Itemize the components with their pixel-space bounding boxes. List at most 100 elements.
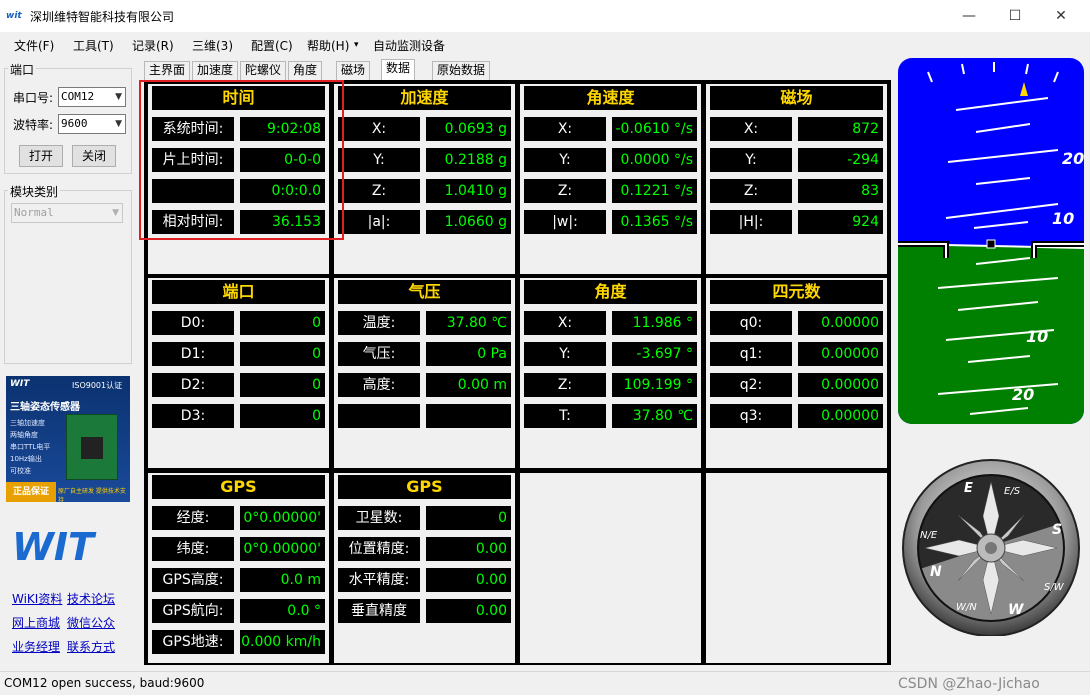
link-sales[interactable]: 业务经理 <box>12 638 60 655</box>
field-value: 1.0660 g <box>426 210 511 234</box>
panel-title: 角速度 <box>524 86 697 110</box>
field-value: 37.80 ℃ <box>612 404 697 428</box>
field-value: 0.00 <box>426 568 511 592</box>
field-value: 924 <box>798 210 883 234</box>
panel-title: 角度 <box>524 280 697 304</box>
ground-area <box>898 244 1084 424</box>
empty-panel <box>706 473 887 663</box>
ad-banner[interactable]: WIT ISO9001认证 三轴姿态传感器 三轴加速度 两轴角度 串口TTL电平… <box>6 376 130 502</box>
field-label: GPS地速: <box>152 630 234 654</box>
field-label: D0: <box>152 311 234 335</box>
field-value: 0.00000 <box>798 342 883 366</box>
link-forum[interactable]: 技术论坛 <box>67 590 115 607</box>
menu-auto-detect[interactable]: 自动监测设备 <box>373 37 445 54</box>
field-value: 0.00 <box>426 599 511 623</box>
compass-cardinal-s: S <box>1052 522 1062 538</box>
minimize-button[interactable]: — <box>946 0 992 32</box>
field-label: Y: <box>524 342 606 366</box>
field-label: Y: <box>710 148 792 172</box>
field-label: X: <box>338 117 420 141</box>
menu-3d[interactable]: 三维(3) <box>192 37 233 54</box>
field-value: 0 <box>240 373 325 397</box>
app-icon: wit <box>6 11 22 21</box>
field-label: X: <box>710 117 792 141</box>
field-label: D2: <box>152 373 234 397</box>
port-select[interactable]: COM12 ▼ <box>58 87 126 107</box>
ad-feature: 10Hz输出 <box>10 455 42 463</box>
ad-feature: 两轴角度 <box>10 431 38 439</box>
chevron-down-icon: ▼ <box>115 119 122 129</box>
field-label: GPS航向: <box>152 599 234 623</box>
field-value: -294 <box>798 148 883 172</box>
field-label: |H|: <box>710 210 792 234</box>
field-label: 水平精度: <box>338 568 420 592</box>
field-label: 高度: <box>338 373 420 397</box>
status-text: COM12 open success, baud:9600 <box>4 676 205 690</box>
panel-gps2: GPS 卫星数: 0 位置精度: 0.00 水平精度: 0.00 垂直精度 0.00 <box>334 473 515 663</box>
tab-main[interactable]: 主界面 <box>144 61 191 80</box>
panel-gps1: GPS 经度: 0°0.00000' 纬度: 0°0.00000' GPS高度: 0.0 m… <box>148 473 329 663</box>
field-value: 0.0000 °/s <box>612 148 697 172</box>
pitch-label: 20 <box>1062 149 1084 168</box>
tab-gyroscope[interactable]: 陀螺仪 <box>240 61 287 80</box>
field-value: 0.2188 g <box>426 148 511 172</box>
field-value: 0.000 km/h <box>240 630 325 654</box>
pitch-label: 20 <box>1012 385 1034 404</box>
field-label: |a|: <box>338 210 420 234</box>
menu-help-dropdown-icon[interactable]: ▾ <box>354 40 359 50</box>
panel-accel: 加速度 X: 0.0693 g Y: 0.2188 g Z: 1.0410 g |a|: 1.0… <box>334 84 515 274</box>
empty-panel <box>520 473 701 663</box>
link-contact[interactable]: 联系方式 <box>67 638 115 655</box>
link-wechat[interactable]: 微信公众 <box>67 614 115 631</box>
field-value: 83 <box>798 179 883 203</box>
menu-tools[interactable]: 工具(T) <box>73 37 114 54</box>
close-window-button[interactable]: ✕ <box>1038 0 1084 32</box>
menu-record[interactable]: 记录(R) <box>132 37 174 54</box>
ad-feature: 三轴加速度 <box>10 419 45 427</box>
panel-mag: 磁场 X: 872 Y: -294 Z: 83 |H|: 924 <box>706 84 887 274</box>
baud-select[interactable]: 9600 ▼ <box>58 114 126 134</box>
compass-cardinal-w: W <box>1008 602 1024 618</box>
field-value: 0 <box>240 311 325 335</box>
menu-file[interactable]: 文件(F) <box>14 37 54 54</box>
close-port-button[interactable]: 关闭 <box>72 145 116 167</box>
ad-slogan: 原厂自主研发 提供技术支持 <box>58 488 126 502</box>
field-value: 0.00000 <box>798 404 883 428</box>
maximize-button[interactable]: ☐ <box>992 0 1038 32</box>
field-label: 垂直精度 <box>338 599 420 623</box>
field-value: 0.1221 °/s <box>612 179 697 203</box>
field-label: 纬度: <box>152 537 234 561</box>
link-shop[interactable]: 网上商城 <box>12 614 60 631</box>
tab-magnetic[interactable]: 磁场 <box>336 61 371 80</box>
field-value: 0 <box>240 404 325 428</box>
link-wiki[interactable]: WiKI资料 <box>12 590 62 607</box>
field-label <box>338 404 420 428</box>
panel-title: GPS <box>152 475 325 499</box>
field-label: 气压: <box>338 342 420 366</box>
field-value: 0.00 <box>426 537 511 561</box>
menu-config[interactable]: 配置(C) <box>251 37 293 54</box>
tab-angle[interactable]: 角度 <box>288 61 323 80</box>
aircraft-center-icon <box>986 239 996 249</box>
compass-cardinal-e: E <box>964 481 973 496</box>
tab-raw-data[interactable]: 原始数据 <box>432 61 491 80</box>
field-value: 0°0.00000' <box>240 537 325 561</box>
field-label: X: <box>524 117 606 141</box>
pitch-label: 10 <box>1052 209 1074 228</box>
menu-help[interactable]: 帮助(H) <box>307 37 349 54</box>
open-port-button[interactable]: 打开 <box>19 145 63 167</box>
field-label: D3: <box>152 404 234 428</box>
tab-data[interactable]: 数据 <box>381 59 416 80</box>
wit-logo: WIT <box>12 525 97 568</box>
tab-acceleration[interactable]: 加速度 <box>192 61 239 80</box>
panel-quat: 四元数 q0: 0.00000 q1: 0.00000 q2: 0.00000 q3: 0.00… <box>706 278 887 468</box>
port-label: 串口号: <box>13 91 54 105</box>
ad-logo: WIT <box>10 379 30 389</box>
compass-label-ne: N/E <box>920 530 938 541</box>
window-title: 深圳维特智能科技有限公司 <box>30 10 175 24</box>
chevron-down-icon: ▼ <box>112 208 119 218</box>
baud-label: 波特率: <box>13 118 54 132</box>
field-value: 0.0 m <box>240 568 325 592</box>
serial-group-title: 端口 <box>8 61 37 78</box>
module-type-select[interactable]: Normal ▼ <box>11 203 123 223</box>
